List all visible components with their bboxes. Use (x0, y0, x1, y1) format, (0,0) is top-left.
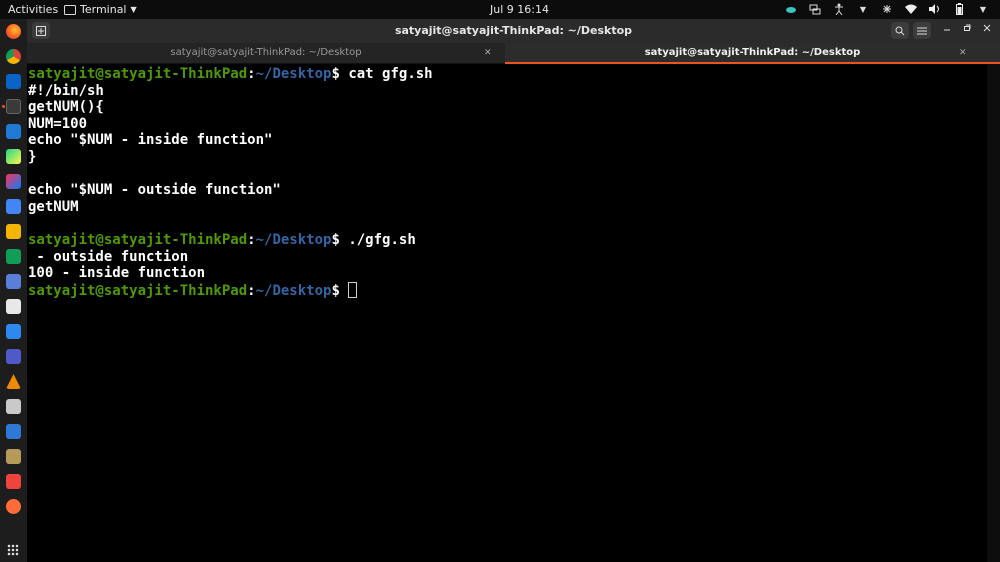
prompt-user-host: satyajit@satyajit-ThinkPad (28, 232, 248, 248)
prompt-dollar: $ (331, 66, 340, 82)
archive-icon[interactable] (6, 449, 21, 464)
tab-2-close-icon[interactable]: ✕ (959, 43, 967, 63)
title-bar[interactable]: satyajit@satyajit-ThinkPad: ~/Desktop (27, 19, 1000, 43)
prompt-colon: : (247, 66, 256, 82)
chrome-icon[interactable] (6, 49, 21, 64)
tab-2-label: satyajit@satyajit-ThinkPad: ~/Desktop (644, 47, 861, 58)
text-editor-icon[interactable] (6, 299, 21, 314)
scrollbar[interactable] (987, 64, 1000, 562)
chevron-down-icon[interactable]: ▼ (856, 2, 870, 16)
chevron-down-icon: ▼ (130, 5, 137, 14)
volume-icon[interactable] (928, 2, 942, 16)
teams-icon[interactable] (6, 349, 21, 364)
output-line: getNUM(){ (28, 99, 104, 116)
tab-2[interactable]: satyajit@satyajit-ThinkPad: ~/Desktop (505, 43, 1000, 64)
prompt-dollar: $ (331, 232, 340, 248)
minimize-button[interactable] (940, 23, 954, 37)
accessibility-icon[interactable] (832, 2, 846, 16)
window-title: satyajit@satyajit-ThinkPad: ~/Desktop (394, 24, 633, 37)
output-line: echo "$NUM - inside function" (28, 132, 273, 149)
battery-icon[interactable] (952, 2, 966, 16)
tab-1-label: satyajit@satyajit-ThinkPad: ~/Desktop (170, 47, 362, 58)
vscode-icon[interactable] (6, 124, 21, 139)
cloud-icon[interactable] (784, 2, 798, 16)
wifi-icon[interactable] (904, 2, 918, 16)
output-line: NUM=100 (28, 115, 88, 132)
clock[interactable]: Jul 9 16:14 (490, 3, 549, 16)
wps-writer-icon[interactable] (6, 424, 21, 439)
terminal-output[interactable]: satyajit@satyajit-ThinkPad:~/Desktop$ ca… (27, 64, 987, 562)
menu-button[interactable] (913, 22, 931, 39)
output-line: - outside function (28, 248, 189, 265)
output-line: #!/bin/sh (28, 82, 104, 99)
hamburger-icon (917, 27, 927, 34)
postman-icon[interactable] (6, 499, 21, 514)
minimize-icon (944, 29, 950, 31)
prompt-dollar: $ (331, 282, 340, 299)
vlc-icon[interactable] (6, 374, 21, 389)
tab-bar: satyajit@satyajit-ThinkPad: ~/Desktop ✕ … (27, 43, 1000, 64)
app-menu-label: Terminal (80, 3, 127, 16)
whiteboard-icon[interactable] (6, 324, 21, 339)
tab-1-close-icon[interactable]: ✕ (484, 43, 492, 63)
app-menu[interactable]: Terminal ▼ (64, 3, 137, 16)
prompt-path: ~/Desktop (255, 232, 332, 248)
network-icon[interactable] (880, 2, 894, 16)
maximize-button[interactable] (960, 23, 974, 37)
command-text (340, 283, 348, 299)
output-line: getNUM (28, 198, 79, 215)
prompt-path: ~/Desktop (255, 282, 332, 299)
text-cursor (348, 281, 358, 298)
anydesk-icon[interactable] (6, 474, 21, 489)
close-icon (983, 24, 991, 32)
prompt-user-host: satyajit@satyajit-ThinkPad (28, 66, 248, 82)
firefox-icon[interactable] (6, 24, 21, 39)
screenshot-icon[interactable] (6, 274, 21, 289)
top-bar: Activities Terminal ▼ Jul 9 16:14 ▼ ▼ (0, 0, 1000, 19)
prompt-colon: : (247, 282, 256, 299)
tab-1[interactable]: satyajit@satyajit-ThinkPad: ~/Desktop (27, 43, 505, 64)
output-line: echo "$NUM - outside function" (28, 182, 281, 199)
terminal-window: satyajit@satyajit-ThinkPad: ~/Desktop sa… (27, 19, 1000, 562)
search-button[interactable] (891, 22, 909, 39)
terminal-app-icon (64, 4, 76, 15)
search-icon (895, 26, 905, 35)
intellij-icon[interactable] (6, 174, 21, 189)
slides-icon[interactable] (6, 224, 21, 239)
output-line: 100 - inside function (28, 265, 206, 282)
prompt-line: satyajit@satyajit-ThinkPad:~/Desktop$ ./… (28, 232, 416, 249)
output-line: } (28, 149, 37, 165)
prompt-line: satyajit@satyajit-ThinkPad:~/Desktop$ (28, 281, 358, 299)
close-button[interactable] (980, 23, 994, 37)
command-text: cat gfg.sh (339, 66, 433, 82)
activities-button[interactable]: Activities (8, 3, 58, 16)
docs-icon[interactable] (6, 199, 21, 214)
system-tray[interactable]: ▼ ▼ (784, 2, 990, 16)
screen-icon[interactable] (808, 2, 822, 16)
sheets-icon[interactable] (6, 249, 21, 264)
prompt-line: satyajit@satyajit-ThinkPad:~/Desktop$ ca… (28, 66, 433, 83)
restore-icon (964, 24, 971, 31)
files-icon[interactable] (6, 399, 21, 414)
pycharm-icon[interactable] (6, 149, 21, 164)
terminal-icon[interactable] (2, 99, 21, 114)
dock (0, 19, 27, 562)
outlook-icon[interactable] (6, 74, 21, 89)
command-text: ./gfg.sh (339, 232, 416, 248)
prompt-colon: : (247, 232, 256, 248)
prompt-user-host: satyajit@satyajit-ThinkPad (28, 282, 248, 299)
prompt-path: ~/Desktop (255, 66, 332, 82)
chevron-down-icon[interactable]: ▼ (976, 2, 990, 16)
show-applications-icon[interactable] (7, 544, 19, 556)
